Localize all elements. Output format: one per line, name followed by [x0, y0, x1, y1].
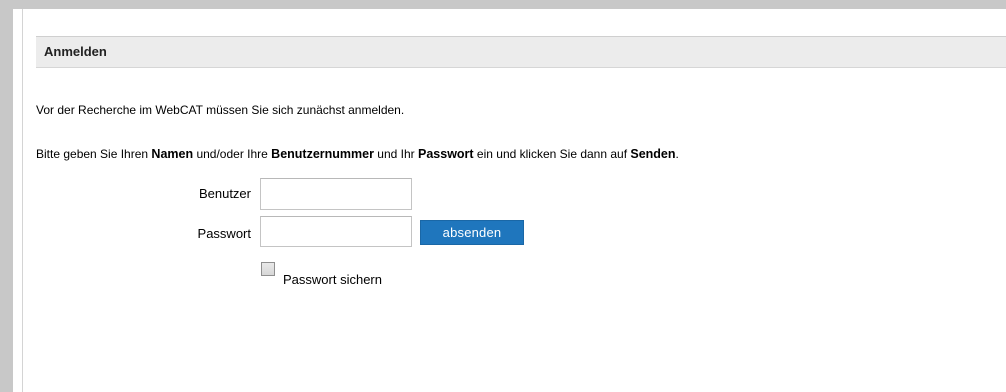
password-input[interactable]	[260, 216, 412, 247]
remember-password-label[interactable]: Passwort sichern	[283, 272, 382, 288]
login-panel: Anmelden Vor der Recherche im WebCAT müs…	[22, 9, 1006, 392]
section-title: Anmelden	[36, 36, 1006, 68]
instruction-part: Bitte geben Sie Ihren	[36, 147, 152, 161]
submit-button[interactable]: absenden	[420, 220, 524, 245]
instruction-text: Bitte geben Sie Ihren Namen und/oder Ihr…	[36, 146, 679, 162]
instruction-part: .	[675, 147, 679, 161]
instruction-part: und Ihr	[373, 147, 418, 161]
instruction-bold-user-number: Benutzernummer	[271, 147, 374, 161]
instruction-part: und/oder Ihre	[193, 147, 272, 161]
instruction-part: ein und klicken Sie dann auf	[473, 147, 631, 161]
user-input[interactable]	[260, 178, 412, 210]
password-label: Passwort	[197, 226, 251, 241]
remember-password-checkbox[interactable]	[261, 262, 275, 276]
intro-text: Vor der Recherche im WebCAT müssen Sie s…	[36, 103, 405, 117]
instruction-bold-name: Namen	[151, 147, 194, 161]
user-label: Benutzer	[198, 186, 251, 201]
instruction-bold-password: Passwort	[418, 147, 474, 161]
instruction-bold-send: Senden	[630, 147, 676, 161]
